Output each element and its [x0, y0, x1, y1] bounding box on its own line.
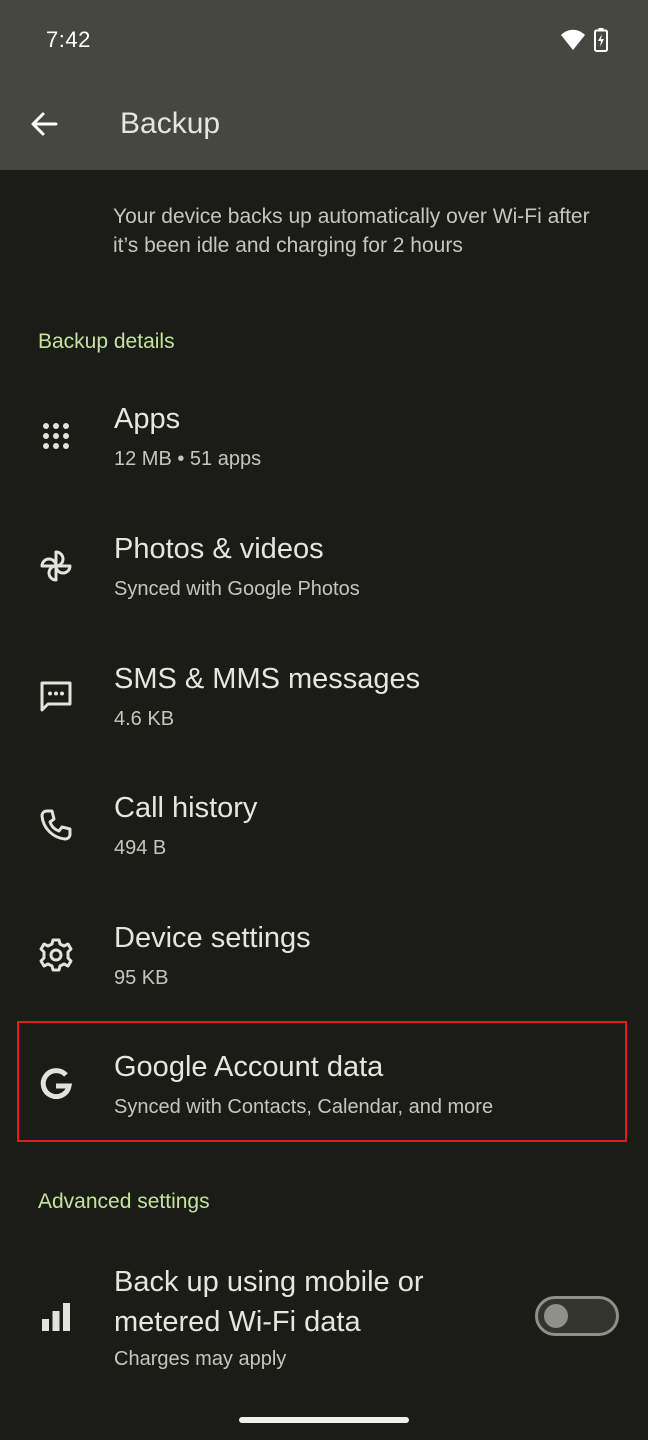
backup-item-photos-videos[interactable]: Photos & videos Synced with Google Photo… [0, 502, 648, 630]
backup-description: Your device backs up automatically over … [113, 205, 590, 257]
item-subtitle: Synced with Contacts, Calendar, and more [114, 1096, 494, 1118]
metered-subtitle: Charges may apply [114, 1348, 287, 1370]
item-title: Photos & videos [114, 533, 324, 565]
section-header-advanced-settings: Advanced settings [38, 1190, 210, 1213]
metered-toggle[interactable] [535, 1296, 619, 1336]
phone-icon [33, 802, 79, 848]
section-header-backup-details: Backup details [38, 330, 175, 353]
item-title: SMS & MMS messages [114, 663, 421, 695]
item-title: Apps [114, 403, 181, 435]
backup-item-sms-mms[interactable]: SMS & MMS messages 4.6 KB [0, 632, 648, 760]
status-icons [560, 28, 608, 57]
backup-item-call-history[interactable]: Call history 494 B [0, 761, 648, 889]
item-title: Call history [114, 792, 258, 824]
gesture-nav-handle[interactable] [239, 1417, 409, 1423]
backup-item-device-settings[interactable]: Device settings 95 KB [0, 891, 648, 1019]
backup-item-apps[interactable]: Apps 12 MB • 51 apps [0, 372, 648, 500]
metered-data-setting[interactable]: Back up using mobile or metered Wi-Fi da… [0, 1250, 648, 1390]
battery-charging-icon [594, 28, 608, 57]
message-icon [33, 673, 79, 719]
toggle-knob [544, 1304, 568, 1328]
item-subtitle: 12 MB • 51 apps [114, 448, 262, 470]
app-bar: Backup [0, 82, 648, 170]
apps-grid-icon [33, 413, 79, 459]
item-subtitle: Synced with Google Photos [114, 578, 360, 600]
item-subtitle: 494 B [114, 837, 167, 859]
page-title: Backup [120, 107, 221, 140]
backup-item-google-account-data[interactable]: Google Account data Synced with Contacts… [0, 1020, 648, 1148]
gear-icon [33, 932, 79, 978]
item-subtitle: 95 KB [114, 967, 169, 989]
status-time: 7:42 [46, 27, 91, 52]
item-title: Google Account data [114, 1051, 384, 1083]
wifi-icon [560, 29, 586, 56]
status-bar: 7:42 [0, 0, 648, 82]
photos-pinwheel-icon [33, 543, 79, 589]
google-g-icon [33, 1061, 79, 1107]
item-title: Device settings [114, 922, 311, 954]
signal-bars-icon [33, 1294, 79, 1340]
metered-title: Back up using mobile or metered Wi-Fi da… [114, 1266, 424, 1338]
back-button[interactable] [20, 102, 68, 150]
arrow-back-icon [30, 110, 58, 143]
item-subtitle: 4.6 KB [114, 708, 175, 730]
